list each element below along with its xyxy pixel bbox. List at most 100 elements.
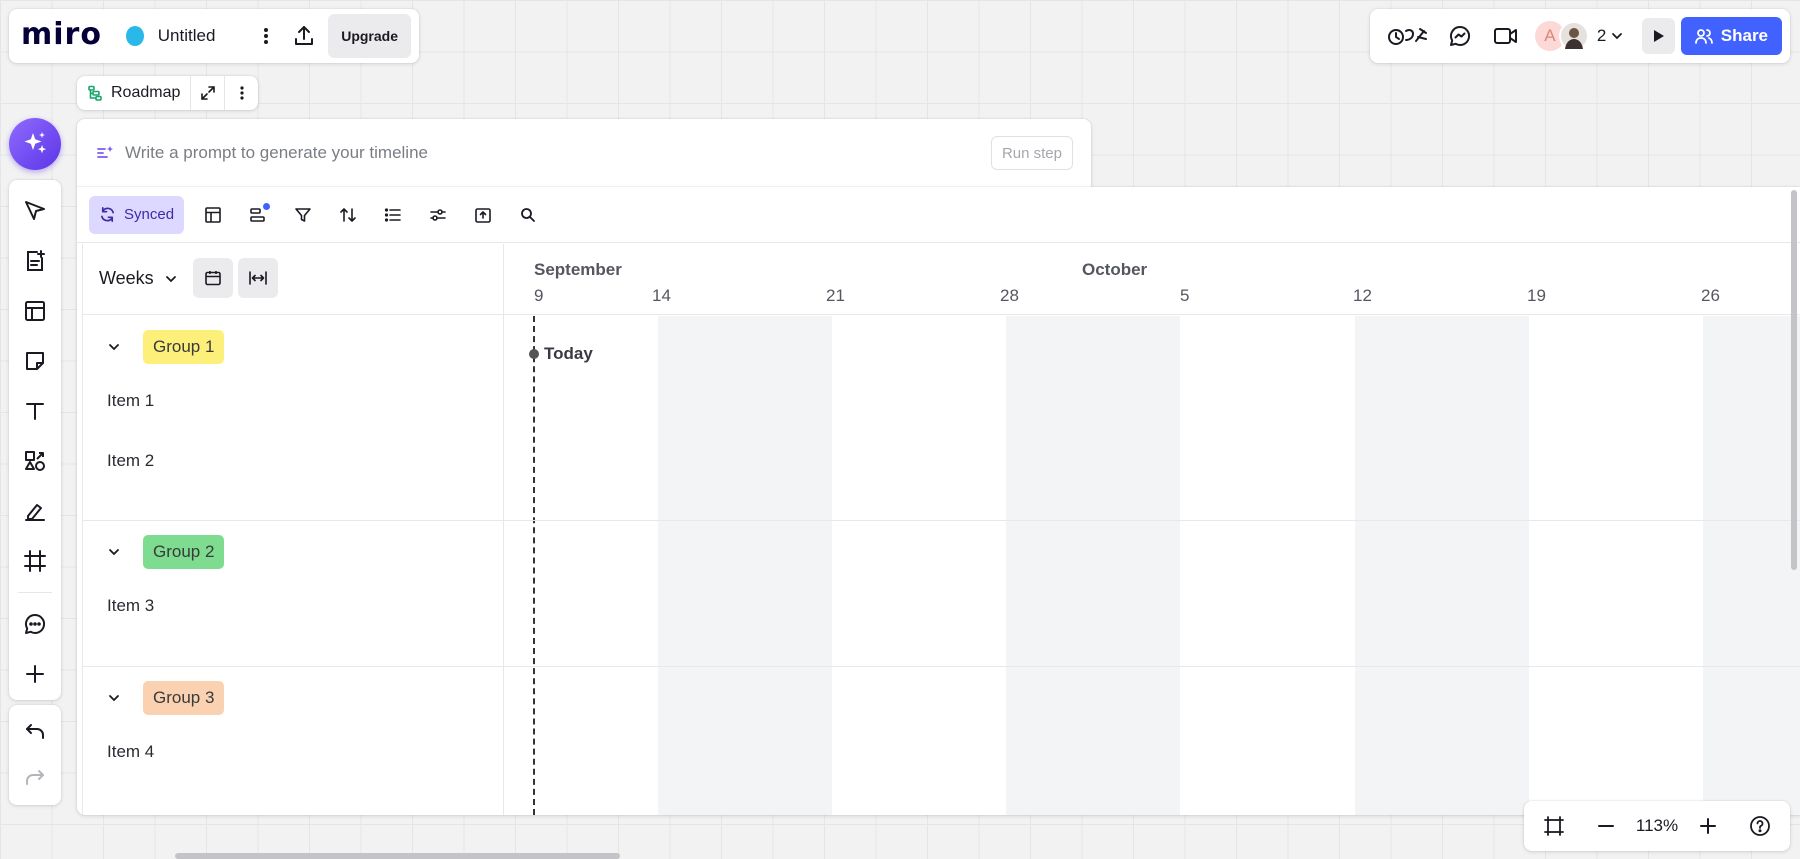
filter-button[interactable]: [280, 196, 325, 234]
roadmap-frame-label: Roadmap: [77, 76, 259, 110]
group-badge[interactable]: Group 2: [143, 535, 225, 569]
upgrade-button[interactable]: Upgrade: [328, 14, 412, 58]
chevron-down-icon: [109, 695, 119, 702]
upload-icon: [294, 26, 313, 45]
roadmap-icon: [88, 85, 102, 101]
weekend-band: [1703, 316, 1800, 815]
group-by-button[interactable]: [235, 196, 280, 234]
more-vertical-icon: [264, 28, 269, 44]
text-tool[interactable]: [9, 386, 61, 436]
minus-icon: [1597, 825, 1614, 827]
list-item[interactable]: Item 1: [107, 391, 154, 411]
undo-icon: [26, 724, 44, 739]
group-badge[interactable]: Group 3: [143, 681, 225, 715]
left-toolbar: [9, 180, 61, 700]
roadmap-title-button[interactable]: Roadmap: [77, 76, 190, 110]
play-icon: [1653, 30, 1664, 42]
timeline-prompt-bar: Write a prompt to generate your timeline…: [77, 119, 1091, 187]
zoom-out-button[interactable]: [1584, 804, 1628, 848]
chat-button[interactable]: [1437, 15, 1483, 57]
ai-assist-button[interactable]: [9, 118, 61, 170]
layout-tool[interactable]: [9, 286, 61, 336]
notification-dot: [263, 202, 271, 210]
weekend-band: [1355, 316, 1529, 815]
sticky-note-tool[interactable]: [9, 336, 61, 386]
chevron-down-icon: [109, 344, 119, 351]
today-label: Today: [544, 344, 593, 363]
undo-button[interactable]: [9, 709, 61, 755]
weekend-band: [1006, 316, 1180, 815]
fit-frame-button[interactable]: [1532, 804, 1576, 848]
list-item[interactable]: Item 2: [107, 451, 154, 471]
expand-icon: [201, 86, 215, 100]
board-title[interactable]: Untitled: [158, 26, 216, 46]
sliders-icon: [429, 208, 446, 221]
frame-tool[interactable]: [9, 536, 61, 586]
avatar-photo: [1558, 21, 1589, 51]
presentation-button[interactable]: [1642, 18, 1675, 54]
collaborators[interactable]: A 2: [1534, 21, 1624, 51]
today-marker-dot[interactable]: [529, 349, 539, 359]
more-tools-button[interactable]: [9, 649, 61, 699]
list-item[interactable]: Item 3: [107, 596, 154, 616]
today-marker-line: [533, 316, 535, 815]
row-labels-column: Group 1 Item 1 Item 2 Group 2 Item 3 Gro…: [83, 244, 504, 815]
comment-tool[interactable]: [9, 599, 61, 649]
templates-tool[interactable]: [9, 236, 61, 286]
users-icon: [1694, 29, 1713, 44]
miro-logo[interactable]: miro: [21, 17, 102, 52]
redo-button[interactable]: [9, 755, 61, 801]
more-menu-button[interactable]: [247, 15, 284, 57]
share-export-button[interactable]: [460, 196, 505, 234]
zoom-level[interactable]: 113%: [1636, 816, 1678, 836]
search-button[interactable]: [505, 196, 550, 234]
timeline-chart: September October 9 14 21 28 5 12 19 26 …: [504, 244, 1800, 815]
list-item[interactable]: Item 4: [107, 742, 154, 762]
settings-button[interactable]: [415, 196, 460, 234]
video-call-button[interactable]: [1483, 15, 1529, 57]
top-right-toolbar: A 2 Share: [1370, 9, 1790, 63]
chevron-down-icon: [1612, 33, 1623, 40]
shapes-tool[interactable]: [9, 436, 61, 486]
ai-prompt-icon: [97, 146, 113, 158]
sort-button[interactable]: [325, 196, 370, 234]
sort-icon: [339, 207, 356, 222]
zoom-in-button[interactable]: [1686, 804, 1730, 848]
share-button[interactable]: Share: [1680, 17, 1783, 55]
timeline-widget: Synced September October 9 14 21 28 5 12…: [77, 187, 1800, 815]
plus-icon: [26, 665, 44, 683]
expand-button[interactable]: [190, 76, 224, 110]
run-step-button[interactable]: Run step: [990, 136, 1073, 170]
export-icon: [474, 207, 491, 223]
table-view-button[interactable]: [190, 196, 235, 234]
frame-icon: [1544, 816, 1564, 836]
undo-redo-toolbar: [9, 705, 61, 805]
cursor-icon: [25, 201, 45, 220]
chat-icon: [1450, 25, 1471, 46]
search-icon: [520, 207, 535, 222]
participant-count: 2: [1596, 26, 1607, 45]
group-badge[interactable]: Group 1: [143, 330, 225, 364]
video-icon: [1493, 28, 1517, 44]
group-divider: [83, 520, 1800, 521]
comment-icon: [25, 613, 46, 634]
horizontal-scrollbar[interactable]: [175, 853, 620, 859]
select-tool[interactable]: [9, 186, 61, 236]
filter-icon: [294, 207, 311, 222]
divider: [18, 592, 52, 593]
vertical-scrollbar[interactable]: [1791, 190, 1797, 570]
roadmap-more-button[interactable]: [224, 76, 258, 110]
reactions-button[interactable]: [1382, 15, 1437, 57]
help-button[interactable]: [1738, 804, 1782, 848]
pen-tool[interactable]: [9, 486, 61, 536]
list-button[interactable]: [370, 196, 415, 234]
frame-icon: [24, 550, 46, 572]
sync-icon: [100, 207, 115, 222]
timeline-grid: September October 9 14 21 28 5 12 19 26 …: [82, 244, 1800, 815]
prompt-input[interactable]: Write a prompt to generate your timeline: [125, 143, 428, 163]
list-icon: [384, 207, 401, 222]
synced-button[interactable]: Synced: [89, 195, 185, 234]
layout-icon: [25, 301, 45, 321]
plus-icon: [1700, 818, 1717, 834]
export-button[interactable]: [285, 15, 322, 57]
